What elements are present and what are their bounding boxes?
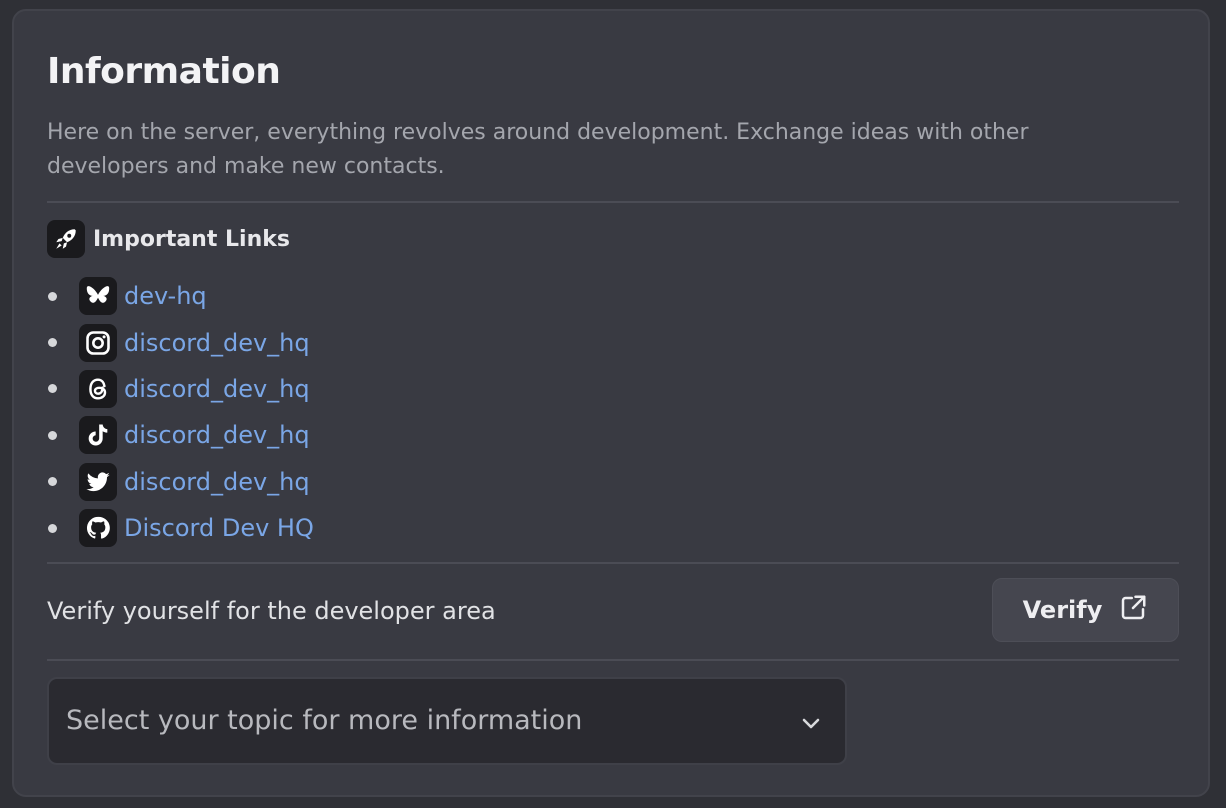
link-twitter[interactable]: discord_dev_hq [124,468,310,496]
threads-icon [79,369,117,408]
list-item: discord_dev_hq [47,366,314,412]
topic-select-placeholder: Select your topic for more information [66,705,583,736]
bullet [48,338,57,348]
link-tiktok[interactable]: discord_dev_hq [124,421,310,449]
section-label: Important Links [93,226,290,252]
divider [47,562,1179,564]
bullet [48,523,57,533]
link-instagram[interactable]: discord_dev_hq [124,329,310,357]
github-icon [79,509,117,548]
bullet [48,384,57,394]
twitter-bird-icon [79,462,117,501]
bullet [48,291,57,301]
bluesky-butterfly-icon [79,277,117,316]
link-bluesky[interactable]: dev-hq [124,282,207,310]
bullet [48,430,57,440]
verify-button[interactable]: Verify [992,578,1179,642]
verify-button-label: Verify [1022,596,1103,624]
list-item: discord_dev_hq [47,412,314,458]
topic-select[interactable]: Select your topic for more information [47,677,847,765]
information-card: Information Here on the server, everythi… [12,9,1210,797]
important-links-heading: Important Links [47,219,290,259]
list-item: discord_dev_hq [47,319,314,365]
bullet [48,477,57,487]
card-title: Information [47,51,281,92]
divider [47,201,1179,203]
link-threads[interactable]: discord_dev_hq [124,375,310,403]
link-github[interactable]: Discord Dev HQ [124,514,314,542]
external-link-icon [1118,593,1148,627]
divider [47,659,1179,661]
list-item: discord_dev_hq [47,459,314,505]
tiktok-icon [79,416,117,455]
chevron-down-icon [799,711,823,739]
list-item: dev-hq [47,273,314,319]
list-item: Discord Dev HQ [47,505,314,551]
instagram-icon [79,323,117,362]
link-list: dev-hq discord_dev_hq discord_dev_hq dis… [47,273,314,551]
card-description: Here on the server, everything revolves … [47,120,1029,179]
verify-description: Verify yourself for the developer area [47,597,496,625]
rocket-icon [47,220,85,258]
